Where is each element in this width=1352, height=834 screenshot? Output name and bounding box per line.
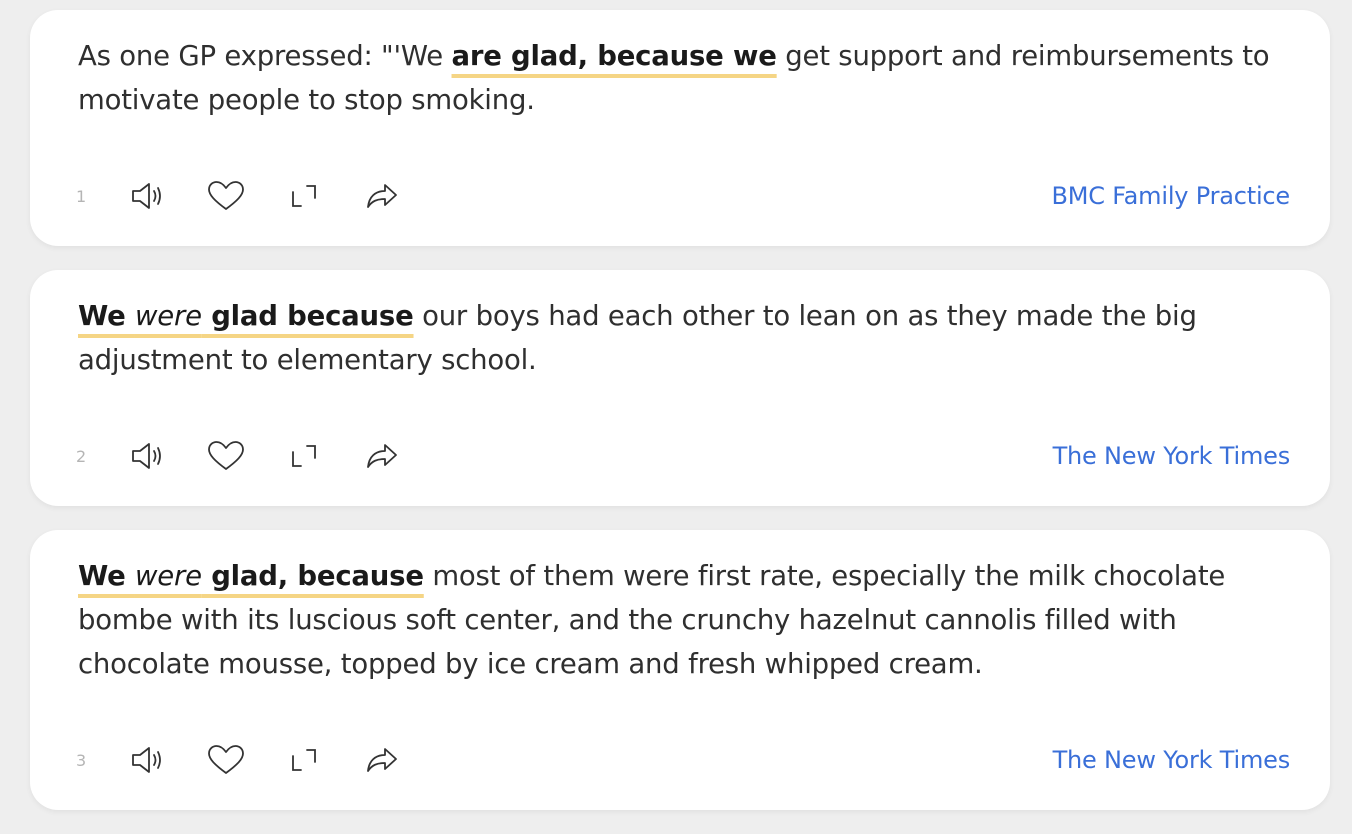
source-link[interactable]: The New York Times (1053, 746, 1291, 774)
speaker-icon[interactable] (128, 438, 168, 474)
result-toolbar: 1 BMC Family Practice (76, 178, 1290, 214)
heart-icon[interactable] (206, 178, 246, 214)
expand-icon[interactable] (284, 178, 324, 214)
expand-icon[interactable] (284, 438, 324, 474)
heart-icon[interactable] (206, 438, 246, 474)
result-toolbar: 3 The New York Times (76, 742, 1290, 778)
result-card: We were glad because our boys had each o… (30, 270, 1330, 506)
result-number: 1 (76, 186, 87, 206)
highlighted-phrase: We were glad, because (78, 560, 424, 592)
highlight-emphasis: were (134, 300, 202, 332)
speaker-icon[interactable] (128, 178, 168, 214)
highlight-text: glad because (201, 300, 414, 332)
example-sentence: As one GP expressed: "'We are glad, beca… (78, 34, 1288, 122)
result-toolbar: 2 The New York Times (76, 438, 1290, 474)
expand-icon[interactable] (284, 742, 324, 778)
highlight-text: We (78, 300, 135, 332)
source-link[interactable]: The New York Times (1053, 442, 1291, 470)
highlight-emphasis: were (134, 560, 202, 592)
highlighted-phrase: We were glad because (78, 300, 414, 332)
share-icon[interactable] (362, 178, 402, 214)
share-icon[interactable] (362, 438, 402, 474)
share-icon[interactable] (362, 742, 402, 778)
highlight-text: glad, because (201, 560, 424, 592)
result-card: We were glad, because most of them were … (30, 530, 1330, 810)
highlight-text: We (78, 560, 135, 592)
highlighted-phrase: are glad, because we (452, 40, 777, 72)
result-number: 2 (76, 446, 87, 466)
result-card: As one GP expressed: "'We are glad, beca… (30, 10, 1330, 246)
sentence-prefix: As one GP expressed: "'We (78, 40, 452, 72)
heart-icon[interactable] (206, 742, 246, 778)
example-sentence: We were glad because our boys had each o… (78, 294, 1288, 382)
result-number: 3 (76, 750, 87, 770)
highlight-text: are glad, because we (451, 40, 777, 72)
speaker-icon[interactable] (128, 742, 168, 778)
example-sentence: We were glad, because most of them were … (78, 554, 1288, 686)
source-link[interactable]: BMC Family Practice (1052, 182, 1291, 210)
